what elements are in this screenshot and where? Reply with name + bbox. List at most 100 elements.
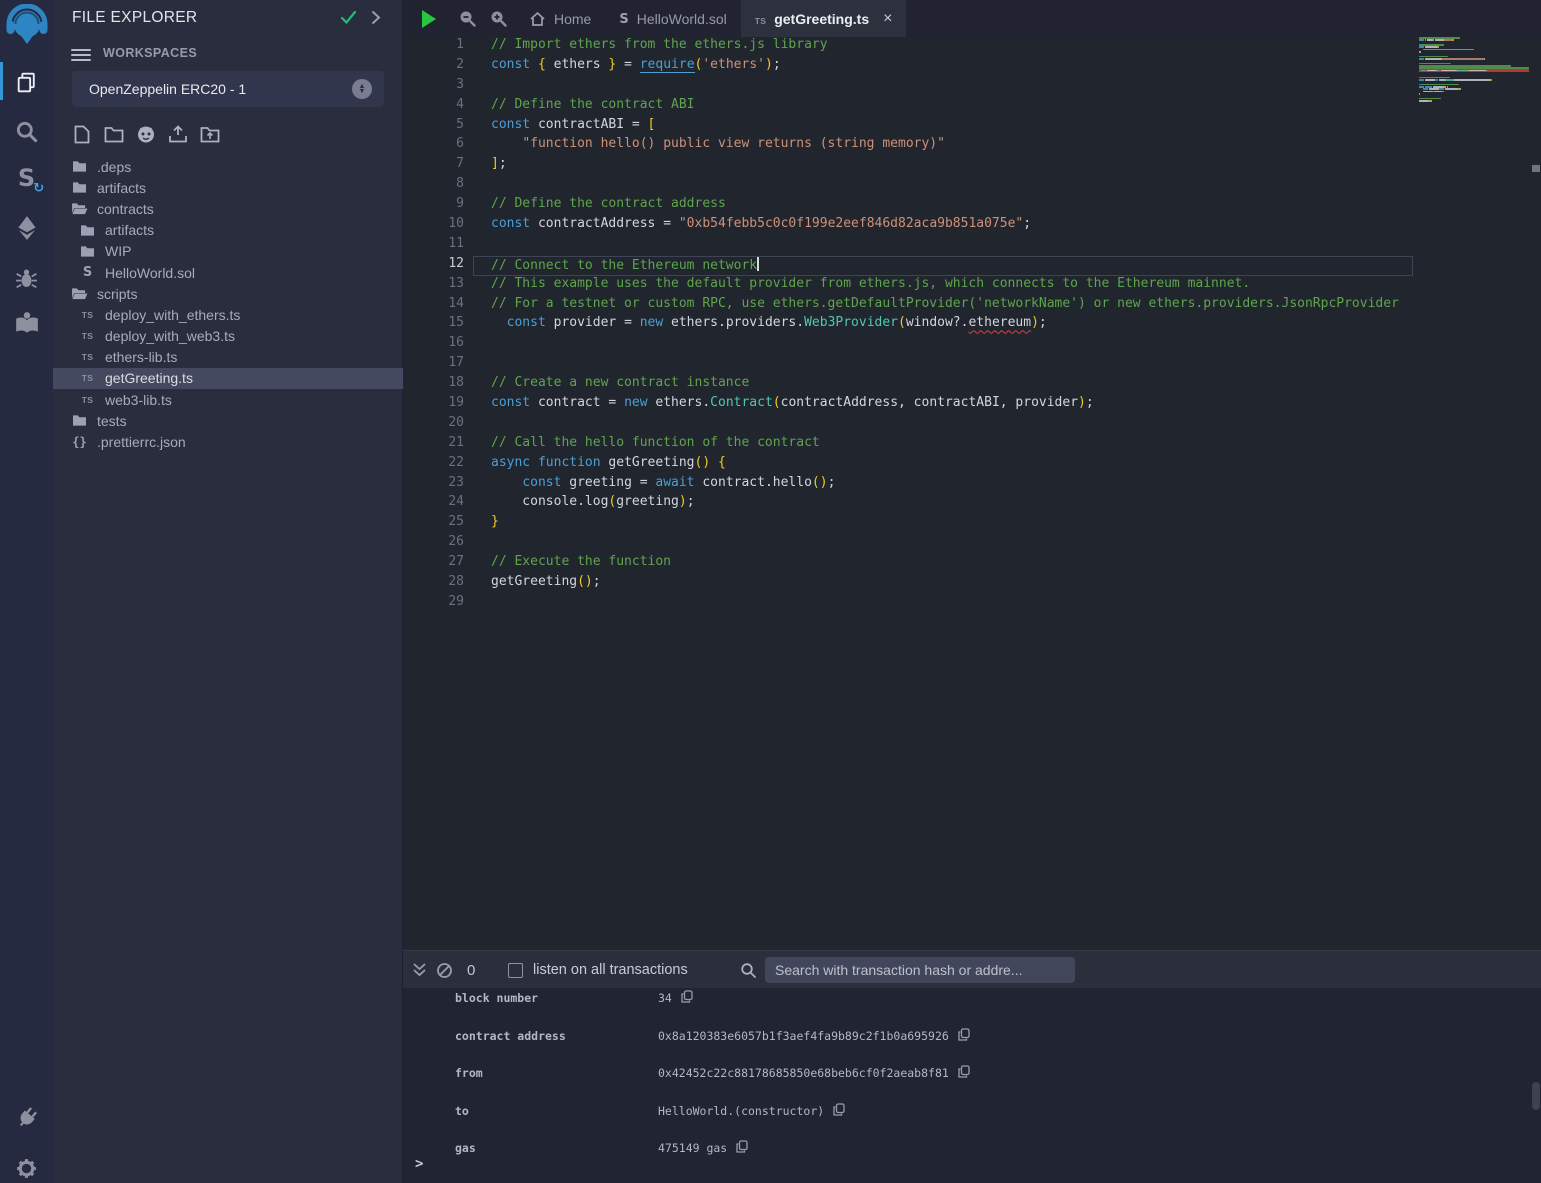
terminal-search-input[interactable] <box>765 957 1075 983</box>
zoom-in-icon[interactable] <box>489 0 508 37</box>
workspace-select[interactable]: OpenZeppelin ERC20 - 1 ▲▼ <box>72 71 384 107</box>
code-line-19[interactable]: const contract = new ethers.Contract(con… <box>473 395 1413 415</box>
learneth-icon[interactable] <box>0 303 53 343</box>
line-number: 21 <box>403 435 473 455</box>
code-line-24[interactable]: console.log(greeting); <box>473 494 1413 514</box>
hamburger-menu-icon[interactable] <box>71 46 91 64</box>
listen-transactions-checkbox[interactable] <box>508 963 523 978</box>
copy-icon[interactable] <box>958 1028 970 1041</box>
code-line-1[interactable]: // Import ethers from the ethers.js libr… <box>473 37 1413 57</box>
code-line-8[interactable] <box>473 176 1413 196</box>
code-line-2[interactable]: const { ethers } = require('ethers'); <box>473 57 1413 77</box>
tree-item-artifacts[interactable]: artifacts <box>53 220 403 241</box>
tree-item-wip[interactable]: WIP <box>53 241 403 262</box>
code-line-17[interactable] <box>473 355 1413 375</box>
code-line-22[interactable]: async function getGreeting() { <box>473 455 1413 475</box>
settings-gear-icon[interactable] <box>0 1148 53 1183</box>
code-line-11[interactable] <box>473 236 1413 256</box>
run-script-button[interactable] <box>422 0 436 37</box>
tree-item-getgreeting-ts[interactable]: TSgetGreeting.ts <box>53 368 403 389</box>
code-line-28[interactable]: getGreeting(); <box>473 574 1413 594</box>
tree-item-deploy-with-ethers-ts[interactable]: TSdeploy_with_ethers.ts <box>53 304 403 325</box>
tree-item-web3-lib-ts[interactable]: TSweb3-lib.ts <box>53 389 403 410</box>
tree-item-deploy-with-web3-ts[interactable]: TSdeploy_with_web3.ts <box>53 326 403 347</box>
debugger-icon[interactable] <box>0 258 53 298</box>
code-line-21[interactable]: // Call the hello function of the contra… <box>473 435 1413 455</box>
code-line-10[interactable]: const contractAddress = "0xb54febb5c0c0f… <box>473 216 1413 236</box>
clear-console-icon[interactable] <box>436 951 453 989</box>
tab-strip: HomeSHelloWorld.solTSgetGreeting.ts× <box>515 0 906 37</box>
terminal-scrollbar-thumb[interactable] <box>1532 1082 1540 1110</box>
line-number: 22 <box>403 455 473 475</box>
copy-icon[interactable] <box>833 1103 845 1116</box>
deploy-run-icon[interactable] <box>0 208 53 248</box>
tx-label: gas <box>455 1141 658 1155</box>
file-explorer-icon[interactable] <box>0 62 53 102</box>
activity-bar: S↻ <box>0 0 53 1183</box>
check-icon[interactable] <box>340 10 357 25</box>
code-line-25[interactable]: } <box>473 514 1413 534</box>
code-lines[interactable]: // Import ethers from the ethers.js libr… <box>473 37 1413 614</box>
code-line-7[interactable]: ]; <box>473 156 1413 176</box>
tx-detail-row-gas: gas475149 gas <box>403 1138 1541 1176</box>
close-tab-icon[interactable]: × <box>883 10 892 28</box>
code-line-20[interactable] <box>473 415 1413 435</box>
new-file-icon[interactable] <box>71 124 92 145</box>
tree-item-prettierrc-json[interactable]: {}.prettierrc.json <box>53 431 403 452</box>
code-line-29[interactable] <box>473 594 1413 614</box>
plugin-manager-icon[interactable] <box>0 1098 53 1138</box>
tree-item-deps[interactable]: .deps <box>53 156 403 177</box>
tree-item-ethers-lib-ts[interactable]: TSethers-lib.ts <box>53 347 403 368</box>
code-line-4[interactable]: // Define the contract ABI <box>473 97 1413 117</box>
tree-item-helloworld-sol[interactable]: SHelloWorld.sol <box>53 262 403 283</box>
tree-item-tests[interactable]: tests <box>53 410 403 431</box>
code-line-12[interactable]: // Connect to the Ethereum network <box>473 256 1413 276</box>
code-line-27[interactable]: // Execute the function <box>473 554 1413 574</box>
ts-icon: TS <box>79 331 96 341</box>
chevron-right-icon[interactable] <box>370 10 382 25</box>
copy-icon[interactable] <box>736 1140 748 1153</box>
copy-icon[interactable] <box>681 990 693 1003</box>
code-line-5[interactable]: const contractABI = [ <box>473 117 1413 137</box>
tree-item-artifacts[interactable]: artifacts <box>53 177 403 198</box>
ts-icon: TS <box>79 310 96 320</box>
code-editor[interactable]: 1234567891011121314151617181920212223242… <box>403 37 1541 950</box>
code-line-16[interactable] <box>473 335 1413 355</box>
ts-icon: TS <box>79 373 96 383</box>
search-icon[interactable] <box>0 112 53 152</box>
folder-open-icon <box>71 202 88 215</box>
publish-gist-icon[interactable] <box>167 124 188 145</box>
zoom-out-icon[interactable] <box>458 0 477 37</box>
tab-getgreeting-ts[interactable]: TSgetGreeting.ts× <box>741 0 907 37</box>
tree-item-scripts[interactable]: scripts <box>53 283 403 304</box>
github-icon[interactable] <box>135 124 156 145</box>
solidity-compiler-icon[interactable]: S↻ <box>0 158 53 198</box>
tree-item-contracts[interactable]: contracts <box>53 198 403 219</box>
copy-icon[interactable] <box>958 1065 970 1078</box>
new-folder-icon[interactable] <box>103 124 124 145</box>
listen-transactions-label: listen on all transactions <box>533 951 688 989</box>
code-line-23[interactable]: const greeting = await contract.hello(); <box>473 475 1413 495</box>
collapse-terminal-icon[interactable] <box>412 951 427 989</box>
code-line-26[interactable] <box>473 534 1413 554</box>
code-line-9[interactable]: // Define the contract address <box>473 196 1413 216</box>
terminal-prompt[interactable]: > <box>415 1156 423 1172</box>
tab-helloworld-sol[interactable]: SHelloWorld.sol <box>605 0 740 37</box>
load-folder-icon[interactable] <box>199 124 220 145</box>
workspace-updown-icon[interactable]: ▲▼ <box>352 79 372 99</box>
panel-title: FILE EXPLORER <box>72 9 197 27</box>
line-number: 26 <box>403 534 473 554</box>
line-number: 11 <box>403 236 473 256</box>
minimap[interactable] <box>1419 37 1529 237</box>
code-line-13[interactable]: // This example uses the default provide… <box>473 276 1413 296</box>
code-line-15[interactable]: const provider = new ethers.providers.We… <box>473 315 1413 335</box>
line-number: 10 <box>403 216 473 236</box>
tree-item-label: artifacts <box>105 222 154 238</box>
line-number: 5 <box>403 117 473 137</box>
code-line-3[interactable] <box>473 77 1413 97</box>
code-line-18[interactable]: // Create a new contract instance <box>473 375 1413 395</box>
json-icon: {} <box>71 435 88 449</box>
code-line-6[interactable]: "function hello() public view returns (s… <box>473 136 1413 156</box>
tab-home[interactable]: Home <box>515 0 605 37</box>
code-line-14[interactable]: // For a testnet or custom RPC, use ethe… <box>473 296 1413 316</box>
